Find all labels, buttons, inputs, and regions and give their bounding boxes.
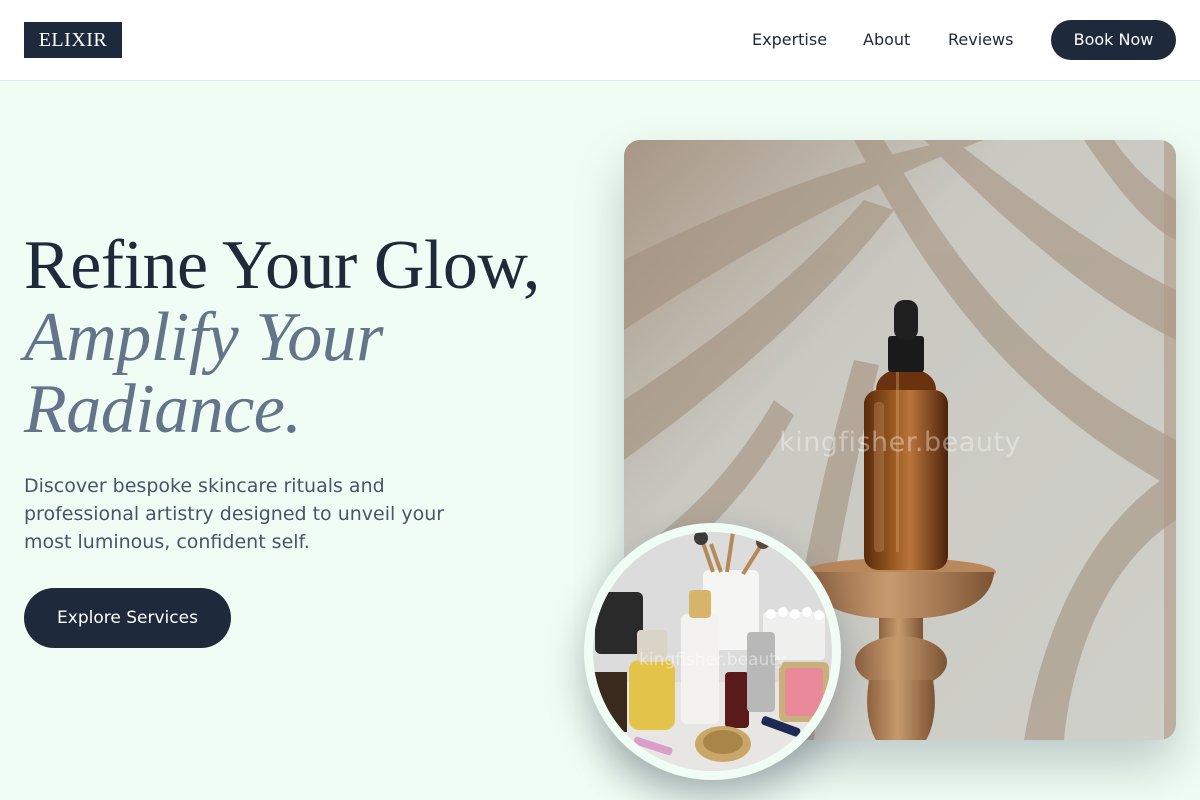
explore-services-button[interactable]: Explore Services	[24, 588, 231, 648]
headline-line-2: Amplify Your	[24, 299, 383, 376]
nav-link-expertise[interactable]: Expertise	[752, 29, 827, 51]
cosmetics-inset-image: kingfisher.beauty	[593, 532, 832, 771]
inset-watermark: kingfisher.beauty	[639, 650, 786, 670]
nav-link-about[interactable]: About	[863, 29, 910, 51]
cosmetics-inset-frame: kingfisher.beauty	[584, 523, 841, 780]
hero-description: Discover bespoke skincare rituals and pr…	[24, 475, 445, 553]
hero-headline: Refine Your Glow, Amplify Your Radiance.	[24, 230, 604, 446]
headline-line-3: Radiance.	[24, 371, 302, 448]
site-header: ELIXIR Expertise About Reviews Book Now	[0, 0, 1200, 81]
brand-logo[interactable]: ELIXIR	[24, 22, 122, 58]
headline-line-1: Refine Your Glow,	[24, 227, 540, 304]
book-now-button[interactable]: Book Now	[1051, 20, 1176, 60]
image-watermark: kingfisher.beauty	[779, 427, 1021, 458]
nav-link-reviews[interactable]: Reviews	[948, 29, 1013, 51]
